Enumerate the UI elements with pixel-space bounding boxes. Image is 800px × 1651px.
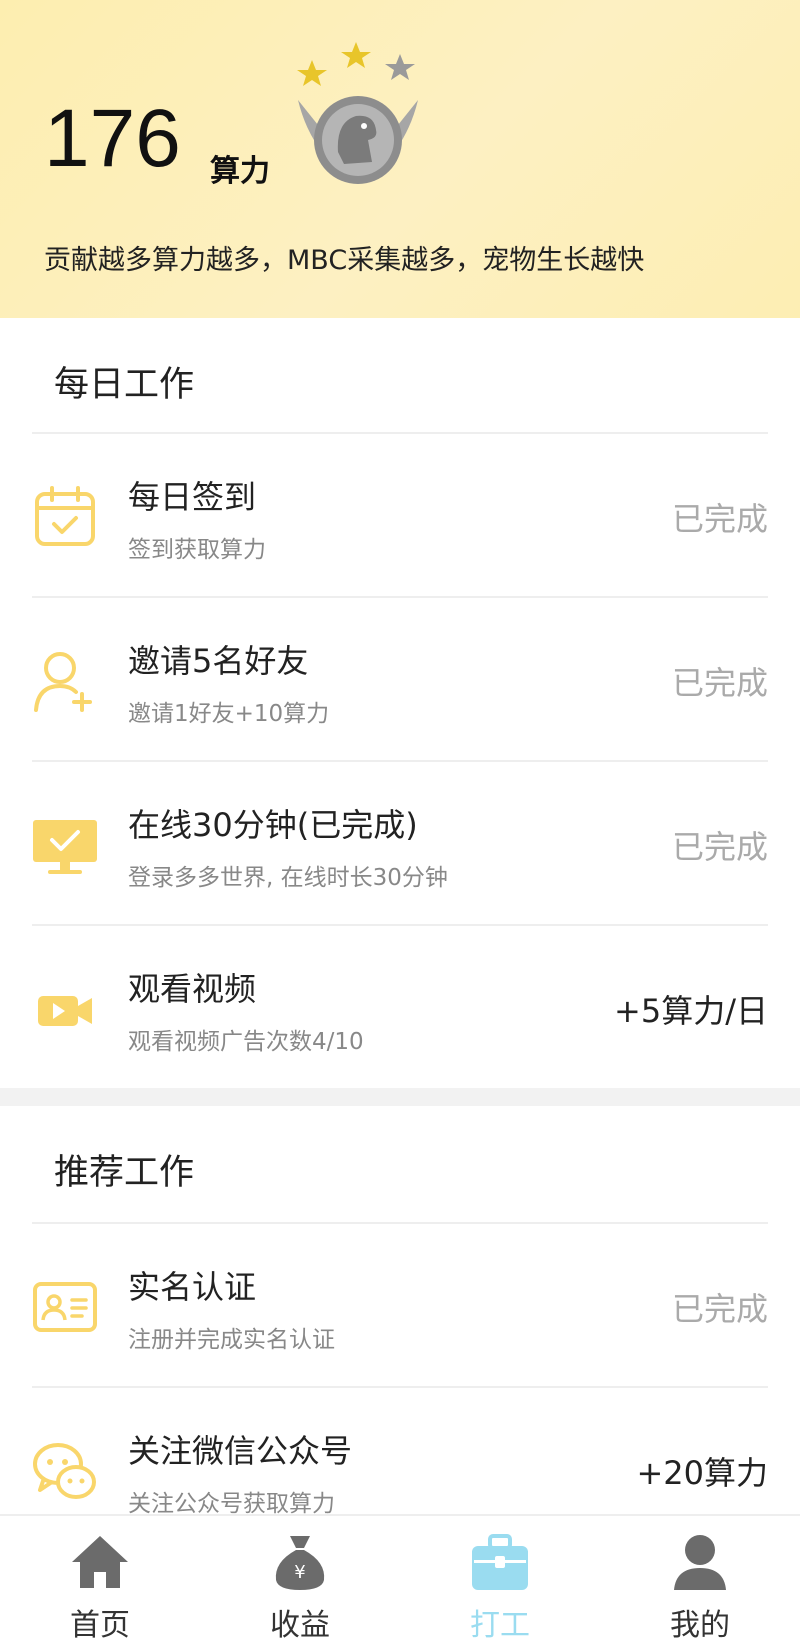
- task-title: 邀请5名好友: [128, 642, 309, 680]
- task-subtitle: 邀请1好友+10算力: [128, 701, 330, 727]
- nav-label: 我的: [670, 1608, 730, 1643]
- computing-power-unit: 算力: [210, 154, 270, 189]
- task-title: 观看视频: [128, 970, 257, 1008]
- dinosaur-medal-icon: [297, 42, 418, 184]
- task-row-invite-friends[interactable]: 邀请5名好友 邀请1好友+10算力 已完成: [0, 598, 800, 760]
- task-title: 在线30分钟(已完成): [128, 806, 418, 844]
- task-status: 已完成: [671, 664, 768, 702]
- bottom-nav: 首页 ¥ 收益 打工 我的: [0, 1514, 800, 1649]
- section-gap: [0, 1088, 800, 1106]
- nav-item-me[interactable]: 我的: [600, 1516, 800, 1651]
- nav-label: 首页: [70, 1608, 130, 1643]
- tagline: 贡献越多算力越多，MBC采集越多，宠物生长越快: [44, 245, 645, 276]
- task-status: 已完成: [671, 1290, 768, 1328]
- task-subtitle: 登录多多世界, 在线时长30分钟: [128, 865, 448, 891]
- task-row-online-30min[interactable]: 在线30分钟(已完成) 登录多多世界, 在线时长30分钟 已完成: [0, 762, 800, 924]
- task-reward: +20算力: [636, 1454, 768, 1492]
- task-title: 关注微信公众号: [128, 1432, 353, 1470]
- task-status: 已完成: [671, 828, 768, 866]
- monitor-icon: [33, 820, 97, 874]
- task-subtitle: 注册并完成实名认证: [128, 1327, 335, 1353]
- task-title: 实名认证: [128, 1268, 257, 1306]
- money-bag-icon: ¥: [275, 1536, 325, 1590]
- task-row-real-name[interactable]: 实名认证 注册并完成实名认证 已完成: [0, 1224, 800, 1386]
- nav-item-earnings[interactable]: ¥ 收益: [200, 1516, 400, 1651]
- task-reward: +5算力/日: [614, 992, 768, 1030]
- task-subtitle: 关注公众号获取算力: [128, 1491, 335, 1514]
- task-title: 每日签到: [128, 478, 257, 516]
- video-camera-icon: [38, 996, 92, 1026]
- calendar-check-icon: [35, 486, 95, 546]
- section-title-daily: 每日工作: [54, 365, 195, 405]
- home-icon: [72, 1536, 128, 1588]
- id-card-icon: [33, 1282, 97, 1332]
- task-subtitle: 签到获取算力: [128, 537, 266, 563]
- svg-text:¥: ¥: [294, 1562, 305, 1583]
- briefcase-icon: [472, 1534, 528, 1590]
- nav-label: 打工: [470, 1608, 530, 1643]
- header: 176 算力 贡献越多算力越多，MBC采集越多，宠物生长越快: [0, 0, 800, 318]
- add-user-icon: [34, 652, 92, 712]
- task-status: 已完成: [671, 500, 768, 538]
- nav-item-home[interactable]: 首页: [0, 1516, 200, 1651]
- wechat-icon: [33, 1443, 96, 1499]
- nav-item-work[interactable]: 打工: [400, 1516, 600, 1651]
- task-subtitle: 观看视频广告次数4/10: [128, 1029, 364, 1055]
- task-row-follow-wechat[interactable]: 关注微信公众号 关注公众号获取算力 +20算力: [0, 1388, 800, 1514]
- nav-label: 收益: [270, 1608, 330, 1643]
- section-title-recommended: 推荐工作: [54, 1153, 195, 1193]
- task-row-watch-video[interactable]: 观看视频 观看视频广告次数4/10 +5算力/日: [0, 926, 800, 1088]
- task-row-daily-checkin[interactable]: 每日签到 签到获取算力 已完成: [0, 434, 800, 596]
- computing-power-value: 176: [44, 93, 181, 184]
- user-icon: [674, 1535, 726, 1590]
